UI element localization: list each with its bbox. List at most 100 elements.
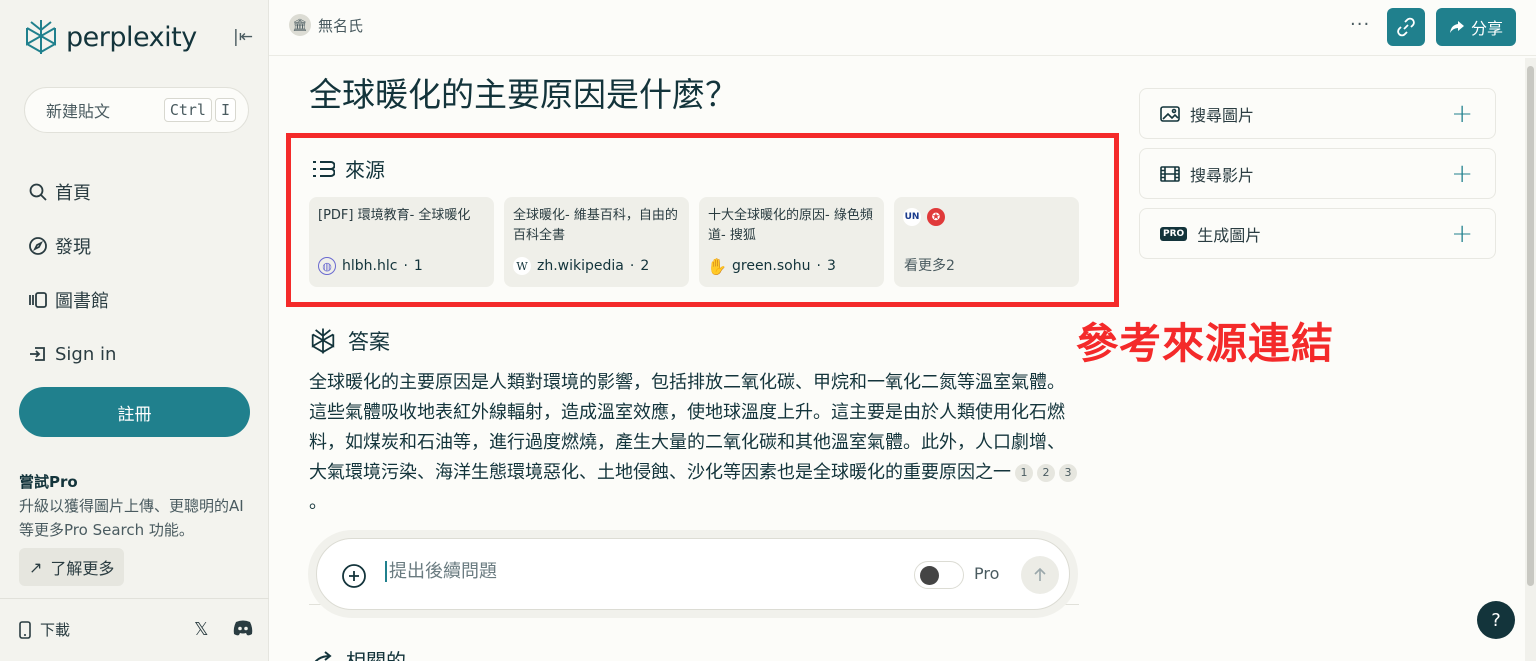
followup-bar: Pro [316, 538, 1070, 610]
view-more-count: 2 [946, 258, 955, 274]
plus-icon: + [1451, 99, 1473, 129]
download-label: 下載 [40, 621, 71, 639]
learn-more-button[interactable]: ↗ 了解更多 [19, 548, 125, 586]
search-videos-label: 搜尋影片 [1190, 165, 1255, 185]
sidebar-item-label: 圖書館 [55, 291, 109, 312]
collapse-sidebar-icon[interactable]: |⇤ [233, 27, 253, 47]
sources-label: 來源 [345, 158, 385, 182]
search-icon [29, 183, 47, 201]
view-more-label: 看更多 [904, 258, 946, 274]
source-card-title: [PDF] 環境教育- 全球暖化 [318, 208, 471, 223]
topbar: 🏛 無名氏 ··· 分享 [269, 0, 1536, 56]
source-dot: · [816, 258, 821, 274]
source-site: hlbh.hlc [342, 258, 398, 274]
sidebar-item-library[interactable]: 圖書館 [28, 273, 116, 327]
search-images-button[interactable]: 搜尋圖片 + [1139, 88, 1496, 139]
search-videos-button[interactable]: 搜尋影片 + [1139, 148, 1496, 199]
discord-icon[interactable] [232, 619, 254, 637]
source-card-meta: W zh.wikipedia · 2 [513, 257, 649, 275]
answer-end: 。 [309, 492, 327, 513]
source-site: zh.wikipedia [537, 258, 624, 274]
perplexity-answer-icon [311, 328, 335, 354]
arrow-up-icon [1034, 567, 1046, 581]
download-button[interactable]: 下載 [18, 619, 70, 640]
more-options-button[interactable]: ··· [1350, 14, 1370, 35]
search-images-label: 搜尋圖片 [1190, 105, 1255, 125]
source-card-title: 全球暖化- 維基百科，自由的百科全書 [513, 208, 678, 243]
answer-text: 全球暖化的主要原因是人類對環境的影響，包括排放二氧化碳、甲烷和一氧化二氮等溫室氣… [309, 368, 1079, 518]
source-cards: [PDF] 環境教育- 全球暖化 ◍ hlbh.hlc · 1 全球暖化- 維基… [309, 197, 1079, 287]
library-icon [29, 292, 47, 308]
attach-plus-icon[interactable] [341, 563, 367, 589]
citation-badge[interactable]: 2 [1037, 464, 1055, 482]
sidebar-item-label: 首頁 [55, 183, 91, 204]
scrollbar[interactable] [1525, 58, 1536, 661]
source-index: 1 [413, 258, 423, 274]
sidebar: perplexity |⇤ 新建貼文 Ctrl I 首頁 發現 圖書館 Sign… [0, 0, 269, 661]
followup-input[interactable] [385, 561, 885, 582]
source-card-meta: ✋ green.sohu · 3 [707, 257, 836, 276]
film-icon [1160, 165, 1180, 182]
source-card[interactable]: [PDF] 環境教育- 全球暖化 ◍ hlbh.hlc · 1 [309, 197, 494, 287]
kbd-i: I [214, 98, 236, 122]
source-dot: · [403, 258, 408, 274]
plus-icon: + [1451, 219, 1473, 249]
new-thread-label: 新建貼文 [46, 102, 111, 121]
sidebar-nav: 首頁 發現 圖書館 Sign in [28, 165, 116, 381]
source-card[interactable]: 十大全球暖化的原因- 綠色頻道- 搜狐 ✋ green.sohu · 3 [699, 197, 884, 287]
annotation-text: 參考來源連結 [1076, 319, 1335, 368]
source-card[interactable]: 全球暖化- 維基百科，自由的百科全書 W zh.wikipedia · 2 [504, 197, 689, 287]
citation-badge[interactable]: 3 [1059, 464, 1077, 482]
sidebar-item-label: Sign in [55, 343, 117, 365]
user-name: 無名氏 [318, 16, 364, 35]
more-source-icons: UN ✪ [903, 208, 1070, 226]
news-icon: ✪ [927, 208, 945, 226]
link-icon [1397, 17, 1415, 37]
sidebar-item-discover[interactable]: 發現 [28, 219, 116, 273]
source-dot: · [629, 258, 635, 274]
x-twitter-icon[interactable]: 𝕏 [194, 619, 209, 640]
share-button[interactable]: 分享 [1436, 8, 1516, 46]
kbd-ctrl: Ctrl [163, 98, 212, 122]
related-header: 相關的 [310, 645, 406, 661]
citation-badge[interactable]: 1 [1015, 464, 1033, 482]
sidebar-item-sign-in[interactable]: Sign in [28, 327, 116, 381]
view-more-sources-card[interactable]: UN ✪ 看更多2 [894, 197, 1079, 287]
user-info: 🏛 無名氏 [289, 14, 363, 36]
pro-toggle-label: Pro [974, 564, 1000, 583]
submit-button[interactable] [1021, 556, 1059, 594]
avatar-icon: 🏛 [289, 14, 311, 36]
pro-toggle[interactable] [914, 561, 964, 589]
scrollbar-thumb[interactable] [1527, 66, 1534, 586]
plus-icon: + [1451, 159, 1473, 189]
page-title: 全球暖化的主要原因是什麼？ [309, 75, 738, 114]
right-panel: 搜尋圖片 + 搜尋影片 + PRO 生成圖片 + [1139, 88, 1496, 268]
share-label: 分享 [1470, 19, 1503, 38]
new-thread-button[interactable]: 新建貼文 Ctrl I [24, 87, 249, 133]
globe-icon: ◍ [318, 257, 336, 275]
phone-icon [19, 620, 31, 639]
wikipedia-icon: W [513, 257, 531, 275]
perplexity-logo-icon [26, 20, 56, 54]
sidebar-footer: 下載 𝕏 [0, 598, 269, 661]
share-arrow-icon [1449, 21, 1464, 33]
arrow-up-right-icon: ↗ [29, 557, 43, 577]
answer-label: 答案 [348, 330, 390, 354]
source-index: 2 [640, 258, 650, 274]
generate-image-button[interactable]: PRO 生成圖片 + [1139, 208, 1496, 259]
related-icon [314, 650, 332, 661]
copy-link-button[interactable] [1387, 8, 1425, 46]
sources-icon [313, 160, 335, 177]
sidebar-item-home[interactable]: 首頁 [28, 165, 116, 219]
udn-icon: UN [903, 208, 921, 226]
toggle-knob [920, 566, 939, 585]
logo[interactable]: perplexity [24, 18, 197, 56]
signup-button[interactable]: 註冊 [19, 387, 250, 437]
view-more-sources: 看更多2 [904, 255, 955, 275]
help-button[interactable]: ? [1477, 601, 1515, 639]
logo-text: perplexity [66, 21, 197, 53]
answer-body: 全球暖化的主要原因是人類對環境的影響，包括排放二氧化碳、甲烷和一氧化二氮等溫室氣… [309, 372, 1065, 483]
source-index: 3 [826, 258, 836, 274]
try-pro-description: 升級以獲得圖片上傳、更聰明的AI等更多Pro Search 功能。 [19, 497, 244, 539]
generate-image-label: 生成圖片 [1197, 225, 1262, 245]
